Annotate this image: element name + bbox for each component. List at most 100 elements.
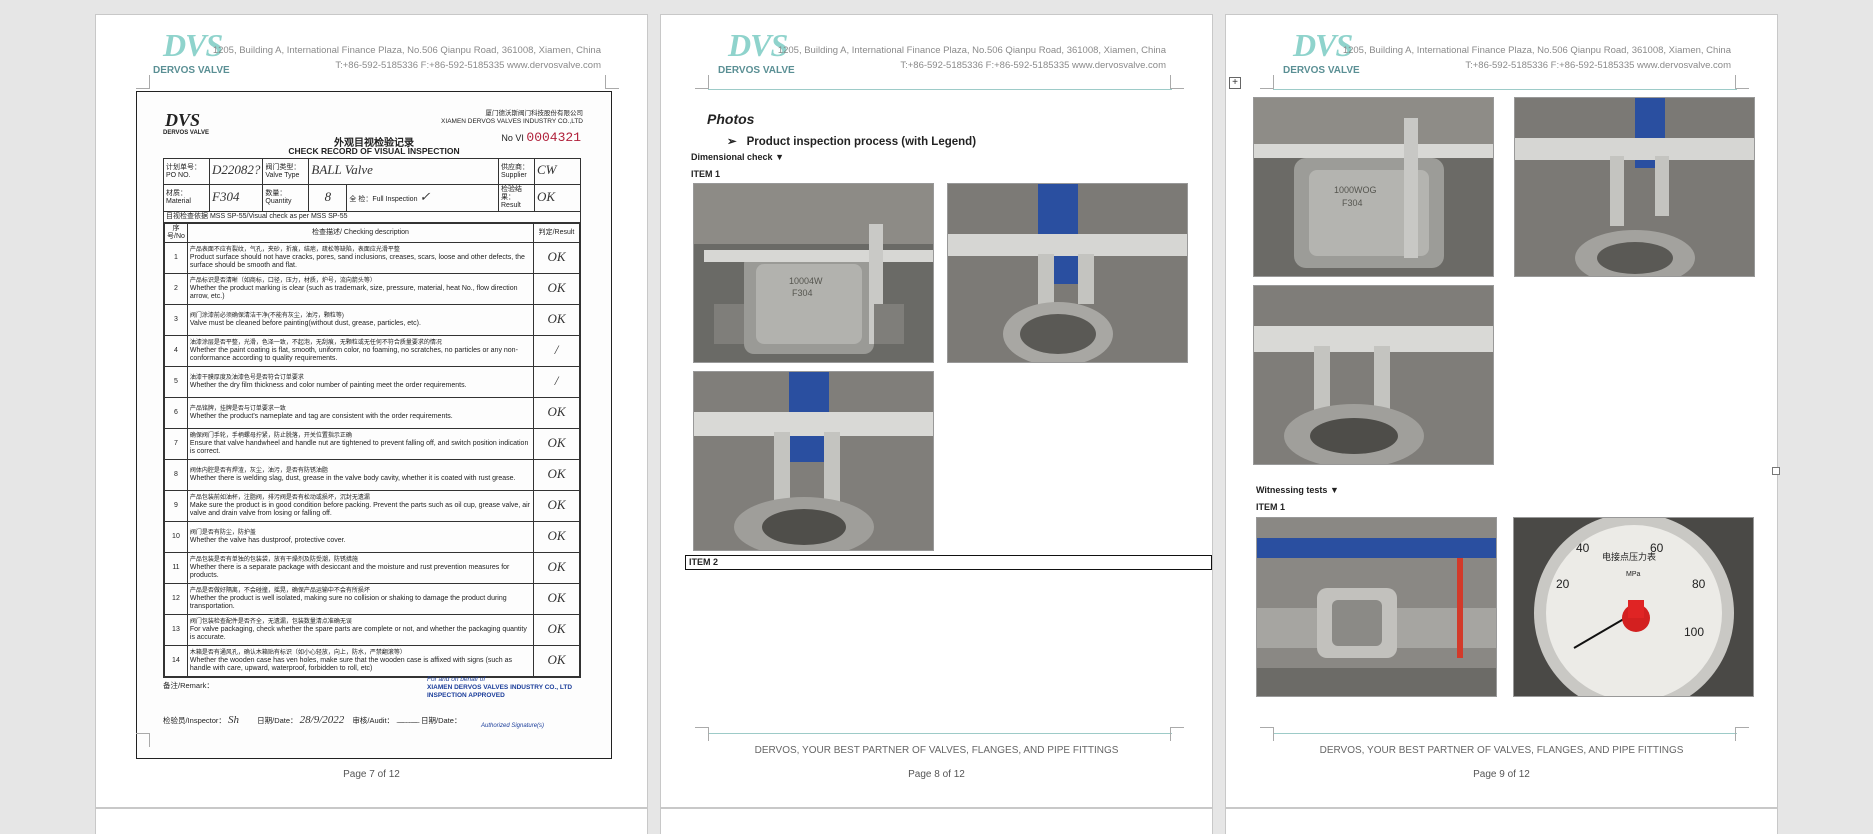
svg-text:100: 100: [1684, 625, 1704, 639]
checklist-row: 10 阀门是否有防尘，防护盖 Whether the valve has dustp…: [164, 521, 580, 553]
footer-slogan: DERVOS, YOUR BEST PARTNER OF VALVES, FLA…: [1319, 745, 1684, 756]
svg-text:1000WOG: 1000WOG: [1334, 185, 1377, 195]
checklist-result: OK: [533, 304, 580, 336]
page-12-stub: [1225, 808, 1778, 834]
witnessing-tests-dropdown[interactable]: Witnessing tests ▼: [1256, 485, 1339, 495]
checklist-row: 8 阀体内腔是否有焊渣，灰尘，油污，是否有防锈油脂 Whether there is…: [164, 459, 580, 491]
page-header: DVS DERVOS VALVE 1205, Building A, Inter…: [661, 15, 1214, 85]
checklist-no: 3: [164, 304, 188, 336]
svg-text:电接点压力表: 电接点压力表: [1602, 551, 1656, 562]
item-1-label: ITEM 1: [1256, 502, 1286, 512]
remark-label: 备注/Remark：: [163, 681, 214, 690]
signature-line: 检验员/Inspector： Sh 日期/Date： 28/9/2022 审核/…: [163, 714, 545, 729]
page-number: Page 9 of 12: [1473, 769, 1530, 780]
checklist-desc: 产品包装前如油杯，注脂阀，排污阀是否有松动或损坏，沉封无遗漏 Make sure …: [186, 490, 535, 522]
checklist: 序号/No 检查描述/ Checking description 判定/Resu…: [164, 223, 580, 677]
checklist-result: OK: [533, 459, 580, 491]
checklist-no: 8: [164, 459, 188, 491]
item-2-field[interactable]: ITEM 2: [685, 555, 1212, 570]
checklist-no: 12: [164, 583, 188, 615]
photo-caliper-valve-body[interactable]: 10004W F304: [693, 183, 934, 363]
checklist-row: 12 产品是否做好隔离，不会碰撞，摇晃，确保产品运输中不会有所损坏 Whether …: [164, 583, 580, 615]
checklist-result: OK: [533, 583, 580, 615]
dimensional-check-dropdown[interactable]: Dimensional check ▼: [691, 152, 784, 162]
checklist-desc: 确保阀门手轮，手柄螺母拧紧，防止脱落，开关位置指示正确 Ensure that v…: [186, 428, 535, 460]
page-header: DVS DERVOS VALVE 1205, Building A, Inter…: [1226, 15, 1779, 85]
header-rule: [708, 89, 1172, 90]
checklist-row: 6 产品铭牌，挂牌是否与订单要求一致 Whether the product's n…: [164, 397, 580, 429]
checklist-desc: 阀门包装检查配件是否齐全，无遗漏，包装数量清点准确无误 For valve pac…: [186, 614, 535, 646]
svg-text:10004W: 10004W: [789, 276, 823, 286]
checklist-row: 2 产品标识是否清晰（如商标，口径，压力，材质，炉号，流向箭头等） Whether …: [164, 273, 580, 305]
checklist-no: 9: [164, 490, 188, 522]
checklist-row: 9 产品包装前如油杯，注脂阀，排污阀是否有松动或损坏，沉封无遗漏 Make sure…: [164, 490, 580, 522]
checklist-result: OK: [533, 490, 580, 522]
approval-stamp: For and on behalf of XIAMEN DERVOS VALVE…: [427, 676, 573, 699]
resize-handle-icon[interactable]: [1772, 467, 1780, 475]
photo-caliper-bore-1[interactable]: [947, 183, 1188, 363]
dropdown-arrow-icon: ▼: [775, 152, 784, 162]
footer-rule: [1273, 733, 1737, 734]
photos-heading: Photos: [707, 111, 755, 127]
checklist-no: 14: [164, 645, 188, 677]
checklist-result: OK: [533, 397, 580, 429]
checklist-desc: 阀门涂漆前必须确保清洁干净(不能有灰尘，油污，颗粒等) Valve must be…: [186, 304, 535, 336]
photo-caliper-valve-body[interactable]: 1000WOG F304: [1253, 97, 1494, 277]
svg-text:F304: F304: [1342, 198, 1363, 208]
company-address: 1205, Building A, International Finance …: [1342, 45, 1731, 71]
checklist-no: 10: [164, 521, 188, 553]
checklist-row: 1 产品表面不应有裂纹，气孔，夹砂，折痕，结疤，疏松等缺陷，表面应光滑平整 Prod…: [164, 242, 580, 274]
checklist-no: 11: [164, 552, 188, 584]
page-9: DVS DERVOS VALVE 1205, Building A, Inter…: [1225, 14, 1780, 808]
checklist-row: 3 阀门涂漆前必须确保清洁干净(不能有灰尘，油污，颗粒等) Valve must b…: [164, 304, 580, 336]
checklist-row: 14 木箱是否有通风孔，确认木箱贴有标识（如小心轻放，向上，防水，严禁翻滚等） Wh…: [164, 645, 580, 677]
svg-text:F304: F304: [792, 288, 813, 298]
checklist-desc: 木箱是否有通风孔，确认木箱贴有标识（如小心轻放，向上，防水，严禁翻滚等） Whet…: [186, 645, 535, 677]
page-number: Page 7 of 12: [343, 769, 400, 780]
photo-valve-test-rig[interactable]: [1256, 517, 1497, 697]
checklist-result: /: [533, 366, 580, 398]
checklist-no: 2: [164, 273, 188, 305]
footer-rule: [708, 733, 1172, 734]
header-rule: [1273, 89, 1737, 90]
checklist-desc: 产品标识是否清晰（如商标，口径，压力，材质，炉号，流向箭头等） Whether t…: [186, 273, 535, 305]
page-8: DVS DERVOS VALVE 1205, Building A, Inter…: [660, 14, 1213, 808]
checklist-row: 7 确保阀门手轮，手柄螺母拧紧，防止脱落，开关位置指示正确 Ensure that …: [164, 428, 580, 460]
photo-caliper-bore-2[interactable]: [693, 371, 934, 551]
checklist-result: /: [533, 335, 580, 367]
checklist-desc: 产品包装是否有单独的包装袋，放有干燥剂及防受潮，防锈措施 Whether ther…: [186, 552, 535, 584]
checklist-result: OK: [533, 645, 580, 677]
checklist-no: 4: [164, 335, 188, 367]
checklist-result: OK: [533, 242, 580, 274]
checklist-no: 13: [164, 614, 188, 646]
checklist-result: OK: [533, 273, 580, 305]
checklist-no: 6: [164, 397, 188, 429]
svg-text:80: 80: [1692, 577, 1706, 591]
item-1-label: ITEM 1: [691, 169, 721, 179]
checklist-result: OK: [533, 521, 580, 553]
footer-slogan: DERVOS, YOUR BEST PARTNER OF VALVES, FLA…: [754, 745, 1119, 756]
page-11-stub: [660, 808, 1213, 834]
photo-caliper-bore-1[interactable]: [1514, 97, 1755, 277]
checklist-result: OK: [533, 552, 580, 584]
table-move-handle-icon[interactable]: +: [1229, 77, 1241, 89]
company-address: 1205, Building A, International Finance …: [212, 45, 601, 71]
photo-pressure-gauge[interactable]: 20 40 60 80 100 电接点压力表 MPa: [1513, 517, 1754, 697]
checklist-no: 5: [164, 366, 188, 398]
photo-caliper-bore-2[interactable]: [1253, 285, 1494, 465]
svg-text:20: 20: [1556, 577, 1570, 591]
checklist-result: OK: [533, 614, 580, 646]
checklist-desc: 阀体内腔是否有焊渣，灰尘，油污，是否有防锈油脂 Whether there is …: [186, 459, 535, 491]
checklist-desc: 油漆干膜厚度及油漆色号是否符合订单要求 Whether the dry film …: [186, 366, 535, 398]
checklist-desc: 阀门是否有防尘，防护盖 Whether the valve has dustpro…: [186, 521, 535, 553]
record-title-en: CHECK RECORD OF VISUAL INSPECTION: [288, 146, 460, 156]
page-number: Page 8 of 12: [908, 769, 965, 780]
company-address: 1205, Building A, International Finance …: [777, 45, 1166, 71]
checklist-desc: 产品是否做好隔离，不会碰撞，摇晃，确保产品运输中不会有所损坏 Whether th…: [186, 583, 535, 615]
bullet-item: ➢ Product inspection process (with Legend…: [727, 136, 977, 148]
checklist-desc: 油漆涂层是否平整，光滑，色泽一致，不起泡，无刮痕，无颗粒或无任何不符合质量要求的…: [186, 335, 535, 367]
inspection-record-scan: DVS DERVOS VALVE 厦门德沃斯阀门科技股份有限公司 XIAMEN …: [136, 91, 612, 759]
dropdown-arrow-icon: ▼: [1329, 485, 1339, 495]
checklist-no: 7: [164, 428, 188, 460]
svg-text:MPa: MPa: [1626, 571, 1641, 578]
